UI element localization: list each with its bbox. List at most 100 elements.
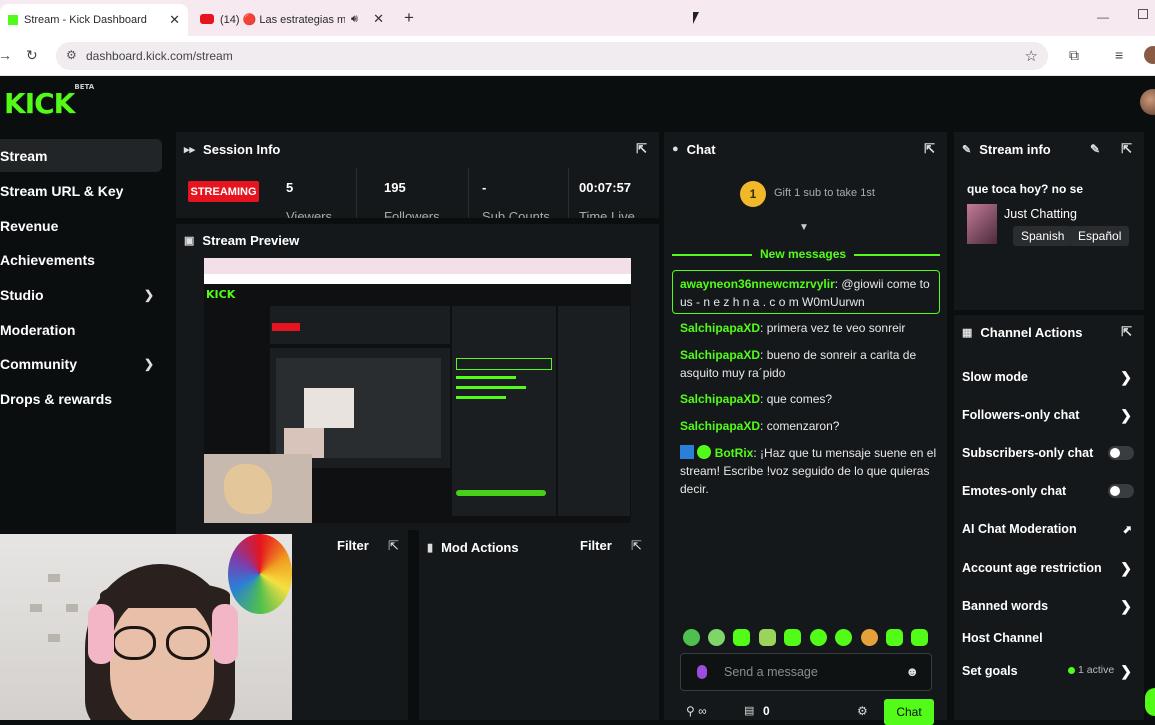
media-controls-icon[interactable]: ≡ — [1115, 47, 1123, 63]
popout-icon[interactable]: ⇱ — [631, 538, 642, 554]
emote-icon[interactable] — [784, 629, 801, 646]
chat-settings-icon[interactable]: ⚙ — [857, 704, 868, 718]
category-name[interactable]: Just Chatting — [1004, 207, 1077, 221]
preview-kick-logo: KICK — [206, 288, 236, 301]
filter-button[interactable]: Filter — [337, 538, 369, 553]
browser-tab-kick[interactable]: Stream - Kick Dashboard ✕ — [0, 4, 188, 36]
url-field[interactable]: ⚙ dashboard.kick.com/stream ☆ — [56, 42, 1048, 70]
sidebar-item-revenue[interactable]: Revenue — [0, 209, 162, 242]
popout-icon[interactable]: ⇱ — [1121, 324, 1132, 340]
preview-streaming-badge — [272, 323, 300, 331]
edit-pencil-icon[interactable]: ✎ — [1090, 142, 1100, 156]
set-goals-row[interactable]: Set goals 1 active ❯ — [962, 661, 1142, 681]
kick-logo[interactable]: KICKBETA — [4, 83, 94, 120]
sidebar-item-drops-rewards[interactable]: Drops & rewards — [0, 382, 162, 415]
extensions-icon[interactable]: ⧉ — [1069, 47, 1079, 64]
emote-icon[interactable] — [683, 629, 700, 646]
category-thumbnail[interactable] — [967, 204, 997, 244]
microphone-icon[interactable] — [697, 665, 707, 679]
panel-header: ▦ Channel Actions ⇱ — [954, 315, 1144, 349]
popout-icon[interactable]: ⇱ — [388, 538, 399, 554]
viewers-value: 5 — [286, 180, 294, 195]
emote-icon[interactable] — [733, 629, 750, 646]
time-live-label: Time Live — [579, 209, 635, 218]
chat-placeholder: Send a message — [724, 665, 818, 679]
subscribers-only-row: Subscribers-only chat — [962, 443, 1142, 463]
new-messages-label[interactable]: New messages — [752, 247, 855, 261]
gift-sub-text[interactable]: Gift 1 sub to take 1st — [774, 187, 875, 199]
chat-message[interactable]: awayneon36nnewcmzrvylir: @giowii come to… — [680, 275, 938, 311]
chat-message[interactable]: SalchipapaXD: bueno de sonreir a carita … — [680, 346, 938, 382]
verified-badge-icon — [697, 445, 712, 459]
maximize-icon[interactable] — [1138, 9, 1148, 19]
user-avatar[interactable] — [1140, 89, 1155, 115]
popout-icon[interactable]: ⇱ — [924, 141, 935, 157]
emote-icon[interactable] — [861, 629, 878, 646]
chat-message[interactable]: SalchipapaXD: que comes? — [680, 390, 938, 408]
popout-icon[interactable]: ⇱ — [1121, 141, 1132, 157]
viewers-settings-icon[interactable]: ⚲ ∞ — [686, 704, 707, 718]
emote-icon[interactable] — [810, 629, 827, 646]
divider — [356, 168, 357, 218]
mouse-cursor-icon — [693, 12, 699, 24]
sidebar-item-community[interactable]: Community ❯ — [0, 347, 162, 380]
browser-tab-bar: Stream - Kick Dashboard ✕ (14) 🔴 Las est… — [0, 0, 1155, 36]
glasses-right-icon — [166, 626, 210, 660]
kick-favicon — [8, 15, 18, 25]
tab-title: Stream - Kick Dashboard — [24, 14, 147, 26]
subscribers-only-toggle[interactable] — [1108, 446, 1134, 460]
back-icon[interactable]: → — [0, 47, 12, 63]
goals-status: 1 active — [1078, 664, 1115, 676]
filter-button[interactable]: Filter — [580, 538, 612, 553]
emote-icon[interactable] — [911, 629, 928, 646]
followers-only-row[interactable]: Followers-only chat ❯ — [962, 405, 1142, 425]
emotes-only-toggle[interactable] — [1108, 484, 1134, 498]
session-icon: ▸▸ — [184, 143, 196, 156]
send-chat-button[interactable]: Chat — [884, 699, 934, 725]
sidebar-item-stream-url-key[interactable]: Stream URL & Key — [0, 174, 162, 207]
pinned-collapse-icon[interactable]: ▼ — [799, 222, 809, 233]
chat-input[interactable]: Send a message ☻ — [680, 653, 932, 691]
chat-message[interactable]: BotRix: ¡Haz que tu mensaje suene en el … — [680, 444, 938, 498]
youtube-favicon — [200, 14, 214, 24]
stream-preview-video[interactable]: KICK — [204, 258, 631, 523]
slow-mode-row[interactable]: Slow mode ❯ — [962, 367, 1142, 387]
profile-avatar[interactable] — [1144, 46, 1155, 64]
sidebar-item-stream[interactable]: Stream — [0, 139, 162, 172]
bookmark-star-icon[interactable]: ☆ — [1025, 47, 1038, 65]
gift-rank-badge: 1 — [740, 181, 766, 207]
emote-icon[interactable] — [886, 629, 903, 646]
popout-icon[interactable]: ⇱ — [636, 141, 647, 157]
preview-chat-line — [456, 386, 526, 389]
emotes-only-row: Emotes-only chat — [962, 481, 1142, 501]
emote-icon[interactable] — [759, 629, 776, 646]
close-tab-icon[interactable]: ✕ — [169, 12, 180, 28]
sidebar-item-moderation[interactable]: Moderation — [0, 313, 162, 346]
account-age-row[interactable]: Account age restriction ❯ — [962, 558, 1142, 578]
minimize-icon[interactable]: — — [1097, 10, 1109, 24]
reload-icon[interactable]: ↻ — [26, 47, 38, 64]
viewers-label: Viewers — [286, 209, 333, 218]
speaker-icon[interactable]: 🔊︎ — [351, 13, 358, 26]
chat-message[interactable]: SalchipapaXD: primera vez te veo sonreir — [680, 319, 938, 337]
ai-chat-moderation-row[interactable]: AI Chat Moderation ⬈ — [962, 519, 1142, 539]
tag-espanol[interactable]: Español — [1070, 226, 1130, 246]
emoji-picker-icon[interactable]: ☻ — [905, 664, 919, 679]
mod-actions-icon: ▮ — [427, 541, 434, 554]
tag-spanish[interactable]: Spanish — [1013, 226, 1073, 246]
sidebar-item-achievements[interactable]: Achievements — [0, 243, 162, 276]
sidebar-item-studio[interactable]: Studio ❯ — [0, 278, 162, 311]
browser-tab-youtube[interactable]: (14) 🔴 Las estrategias má 🔊︎ ✕ — [192, 6, 392, 32]
new-tab-icon[interactable]: + — [404, 8, 414, 28]
store-icon[interactable]: ▤ — [744, 704, 754, 717]
emote-icon[interactable] — [835, 629, 852, 646]
host-channel-row[interactable]: Host Channel — [962, 628, 1142, 648]
chat-message[interactable]: SalchipapaXD: comenzaron? — [680, 417, 938, 435]
banned-words-row[interactable]: Banned words ❯ — [962, 596, 1142, 616]
emote-icon[interactable] — [708, 629, 725, 646]
close-tab-icon[interactable]: ✕ — [373, 11, 384, 27]
preview-highlight-msg — [456, 358, 552, 370]
url-text: dashboard.kick.com/stream — [86, 49, 233, 63]
floating-action-button[interactable] — [1145, 688, 1155, 716]
site-settings-icon[interactable]: ⚙ — [66, 48, 77, 62]
